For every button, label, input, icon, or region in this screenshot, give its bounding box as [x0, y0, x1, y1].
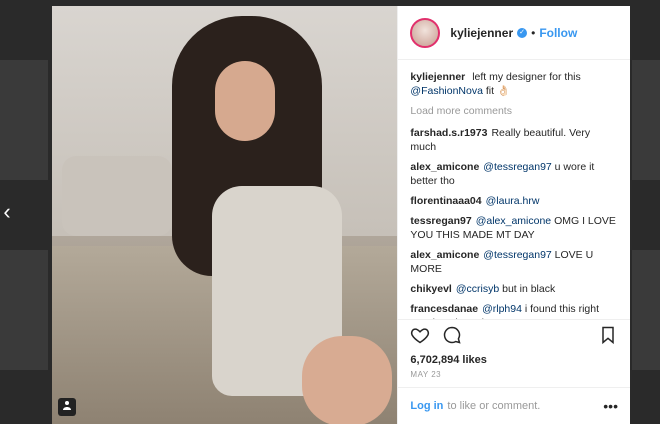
- post-sidebar: kyliejenner ✓ • Follow kyliejenner left …: [397, 6, 630, 424]
- post-photo[interactable]: [52, 6, 398, 424]
- more-options-icon[interactable]: •••: [603, 398, 618, 414]
- login-prompt-text: to like or comment.: [447, 400, 541, 412]
- comment-username[interactable]: farshad.s.r1973: [410, 127, 487, 139]
- comment-mention[interactable]: @alex_amicone: [476, 215, 551, 227]
- comment-text: but in black: [502, 283, 556, 295]
- background-thumbnail: [0, 250, 48, 370]
- photo-pillow: [62, 156, 172, 236]
- post-header: kyliejenner ✓ • Follow: [398, 6, 630, 60]
- action-bar: [398, 319, 630, 350]
- caption: kyliejenner left my designer for this @F…: [410, 70, 618, 98]
- user-tag-icon[interactable]: [58, 398, 76, 416]
- heart-icon[interactable]: [410, 325, 430, 345]
- comment-username[interactable]: florentinaaa04: [410, 195, 481, 207]
- login-prompt: Log in to like or comment. •••: [398, 387, 630, 424]
- background-thumbnail: [632, 250, 660, 370]
- caption-username[interactable]: kyliejenner: [410, 71, 465, 83]
- background-thumbnail: [0, 60, 48, 180]
- photo-legs: [302, 336, 392, 424]
- follow-button[interactable]: Follow: [539, 26, 577, 40]
- login-link[interactable]: Log in: [410, 400, 443, 412]
- background-thumbnail: [632, 60, 660, 180]
- comment-username[interactable]: alex_amicone: [410, 161, 479, 173]
- load-more-comments-button[interactable]: Load more comments: [410, 104, 618, 118]
- comment-username[interactable]: tessregan97: [410, 215, 471, 227]
- comment-row: alex_amicone @tessregan97 u wore it bette…: [410, 160, 618, 188]
- comment-mention[interactable]: @rlph94: [482, 303, 522, 315]
- comment-mention[interactable]: @tessregan97: [483, 249, 551, 261]
- comment-container: farshad.s.r1973 Really beautiful. Very mu…: [410, 126, 618, 319]
- comment-mention[interactable]: @ccrisyb: [456, 283, 499, 295]
- caption-mention[interactable]: @FashionNova: [410, 85, 483, 97]
- photo-face: [215, 61, 275, 141]
- avatar[interactable]: [410, 17, 441, 48]
- separator-dot: •: [531, 25, 536, 40]
- caption-text: left my designer for this: [472, 71, 581, 83]
- comment-row: alex_amicone @tessregan97 LOVE U MORE: [410, 248, 618, 276]
- comment-username[interactable]: alex_amicone: [410, 249, 479, 261]
- comment-username[interactable]: chikyevl: [410, 283, 451, 295]
- comments-list: kyliejenner left my designer for this @F…: [398, 60, 630, 319]
- comment-icon[interactable]: [442, 325, 462, 345]
- verified-badge-icon: ✓: [517, 27, 528, 38]
- comment-row: francesdanae@rlph94 i found this right n…: [410, 302, 618, 319]
- likes-count[interactable]: 6,702,894 likes: [398, 350, 630, 366]
- post-modal: kyliejenner ✓ • Follow kyliejenner left …: [52, 6, 630, 424]
- comment-row: florentinaaa04 @laura.hrw: [410, 194, 618, 208]
- comment-row: chikyevl @ccrisyb but in black: [410, 282, 618, 296]
- bookmark-icon[interactable]: [598, 325, 618, 345]
- post-date: MAY 23: [410, 370, 442, 379]
- comment-username[interactable]: francesdanae: [410, 303, 478, 315]
- comment-mention[interactable]: @tessregan97: [483, 161, 551, 173]
- comment-row: tessregan97 @alex_amicone OMG I LOVE YOU …: [410, 214, 618, 242]
- chevron-left-icon[interactable]: ‹: [0, 200, 14, 224]
- post-username[interactable]: kyliejenner: [450, 26, 513, 40]
- caption-tail: fit 👌🏻: [485, 85, 511, 97]
- comment-row: farshad.s.r1973 Really beautiful. Very mu…: [410, 126, 618, 154]
- comment-mention[interactable]: @laura.hrw: [486, 195, 540, 207]
